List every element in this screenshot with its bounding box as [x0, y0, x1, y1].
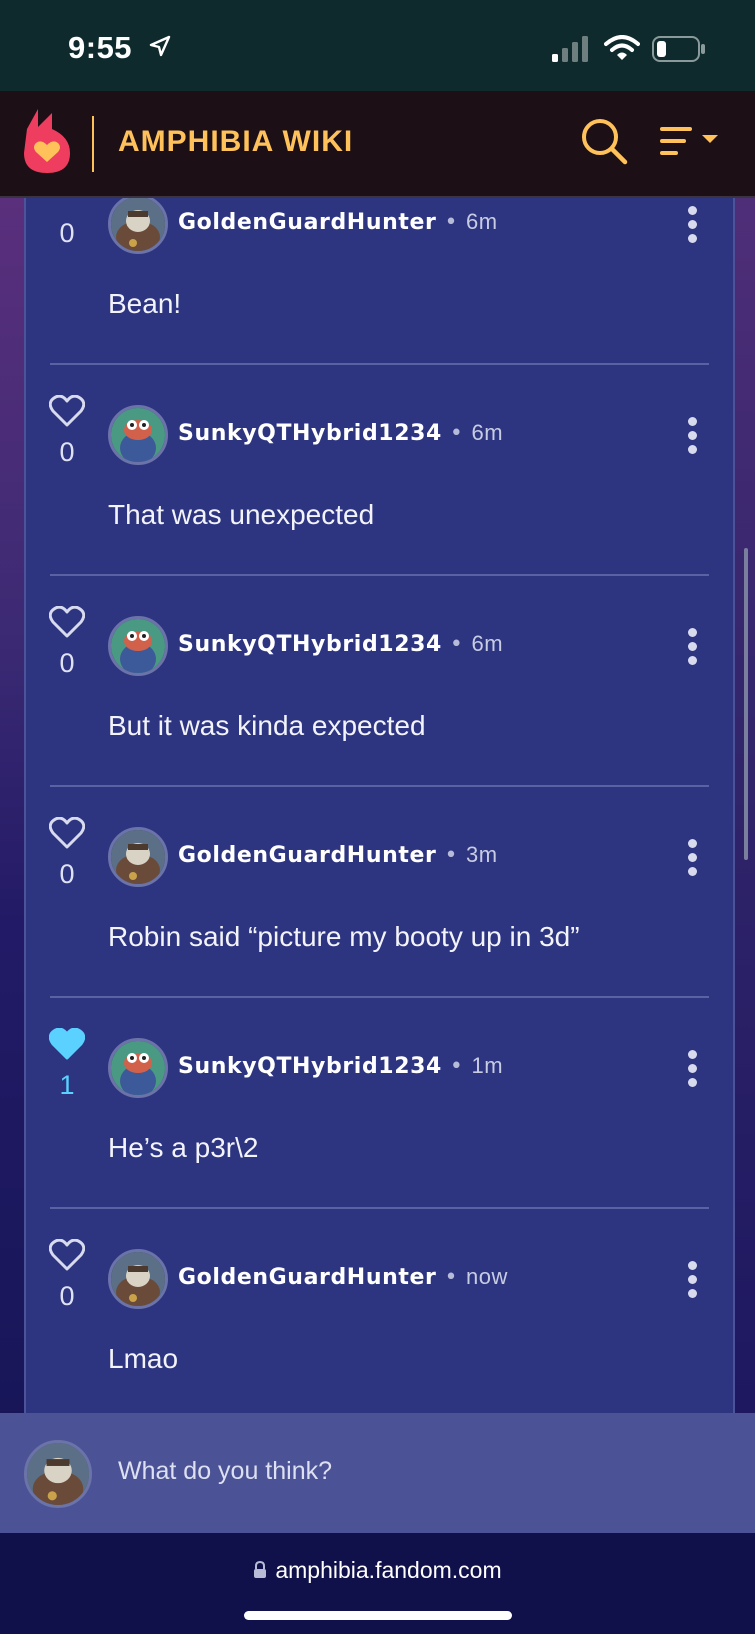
- more-options-icon[interactable]: [684, 628, 700, 672]
- like-count: 1: [59, 1070, 75, 1100]
- wiki-header: AMPHIBIA WIKI: [0, 91, 755, 198]
- browser-address-bar: amphibia.fandom.com: [0, 1533, 755, 1634]
- separator-dot: •: [444, 843, 459, 868]
- battery-icon: [652, 36, 706, 66]
- search-icon[interactable]: [580, 117, 628, 169]
- comment-timestamp: 3m: [466, 842, 498, 867]
- comment-text: Lmao: [108, 1343, 179, 1374]
- more-options-icon[interactable]: [684, 1261, 700, 1305]
- heart-icon[interactable]: [48, 605, 86, 638]
- reply-bar: [0, 1413, 755, 1533]
- lock-icon: [253, 1558, 267, 1585]
- frog-avatar[interactable]: [108, 616, 168, 676]
- header-divider: [92, 116, 94, 172]
- comment-timestamp: 6m: [471, 420, 504, 445]
- comment-author[interactable]: SunkyQTHybrid1234 • 6m: [178, 631, 503, 657]
- separator-dot: •: [449, 421, 464, 446]
- current-user-avatar: [24, 1440, 92, 1508]
- comment-item: 0 SunkyQTHybrid1234 • 6m But it was kinda …: [26, 576, 733, 787]
- comment-item: 0 SunkyQTHybrid1234 • 6m That was unexpect…: [26, 365, 733, 576]
- fandom-logo-icon[interactable]: [22, 107, 72, 179]
- like-count: 0: [59, 859, 75, 889]
- frog-avatar[interactable]: [108, 405, 168, 465]
- comment-timestamp: 6m: [471, 631, 504, 656]
- comment-item: 0 GoldenGuardHunter • 3m Robin said “pictu…: [26, 787, 733, 998]
- status-time: 9:55: [68, 30, 133, 65]
- golden-guard-avatar[interactable]: [108, 198, 168, 254]
- comment-author[interactable]: GoldenGuardHunter • 6m: [178, 209, 498, 235]
- url-display[interactable]: amphibia.fandom.com: [0, 1557, 755, 1585]
- scrollbar[interactable]: [744, 548, 748, 860]
- reply-input[interactable]: [118, 1441, 698, 1501]
- author-name: SunkyQTHybrid1234: [178, 632, 442, 657]
- comment-author[interactable]: GoldenGuardHunter • 3m: [178, 842, 498, 868]
- menu-icon[interactable]: [658, 125, 722, 161]
- comment-timestamp: 6m: [466, 209, 498, 234]
- frog-avatar[interactable]: [108, 1038, 168, 1098]
- more-options-icon[interactable]: [684, 839, 700, 883]
- cell-signal-icon: [552, 36, 590, 66]
- separator-dot: •: [444, 210, 459, 235]
- heart-icon[interactable]: [48, 816, 86, 849]
- location-arrow-icon: [148, 34, 172, 62]
- page-background-art-left: [0, 198, 25, 1413]
- like-count: 0: [59, 437, 75, 467]
- author-name: SunkyQTHybrid1234: [178, 421, 442, 446]
- comment-text: But it was kinda expected: [108, 710, 426, 741]
- more-options-icon[interactable]: [684, 1050, 700, 1094]
- more-options-icon[interactable]: [684, 206, 700, 250]
- separator-dot: •: [444, 1265, 459, 1290]
- comment-item: 0 GoldenGuardHunter • 6m Bean!: [26, 198, 733, 365]
- more-options-icon[interactable]: [684, 417, 700, 461]
- wiki-title[interactable]: AMPHIBIA WIKI: [118, 125, 353, 159]
- home-indicator: [244, 1611, 512, 1620]
- like-count: 0: [59, 218, 75, 248]
- comment-author[interactable]: GoldenGuardHunter • now: [178, 1264, 508, 1290]
- author-name: GoldenGuardHunter: [178, 210, 437, 235]
- comment-text: Robin said “picture my booty up in 3d”: [108, 921, 580, 952]
- golden-guard-avatar[interactable]: [108, 827, 168, 887]
- heart-filled-icon[interactable]: [48, 1027, 86, 1060]
- comment-timestamp: now: [466, 1264, 508, 1289]
- heart-icon[interactable]: [48, 394, 86, 427]
- like-count: 0: [59, 1281, 75, 1311]
- separator-dot: •: [449, 1054, 464, 1079]
- separator-dot: •: [449, 632, 464, 657]
- comment-author[interactable]: SunkyQTHybrid1234 • 6m: [178, 420, 503, 446]
- heart-icon[interactable]: [48, 1238, 86, 1271]
- author-name: GoldenGuardHunter: [178, 1265, 437, 1290]
- url-text: amphibia.fandom.com: [275, 1557, 502, 1583]
- like-count: 0: [59, 648, 75, 678]
- comment-item: 0 GoldenGuardHunter • now Lmao: [26, 1209, 733, 1413]
- comment-text: Bean!: [108, 288, 182, 319]
- author-name: GoldenGuardHunter: [178, 843, 437, 868]
- comment-timestamp: 1m: [471, 1053, 504, 1078]
- comment-item: 1 SunkyQTHybrid1234 • 1m He’s a p3r\2: [26, 998, 733, 1209]
- comment-thread: 0 GoldenGuardHunter • 6m Bean! 0 SunkyQTHy…: [24, 198, 735, 1413]
- author-name: SunkyQTHybrid1234: [178, 1054, 442, 1079]
- golden-guard-avatar[interactable]: [108, 1249, 168, 1309]
- status-bar: 9:55: [0, 0, 755, 91]
- comment-text: That was unexpected: [108, 499, 375, 530]
- comment-text: He’s a p3r\2: [108, 1132, 259, 1163]
- wifi-icon: [604, 35, 640, 65]
- comment-author[interactable]: SunkyQTHybrid1234 • 1m: [178, 1053, 503, 1079]
